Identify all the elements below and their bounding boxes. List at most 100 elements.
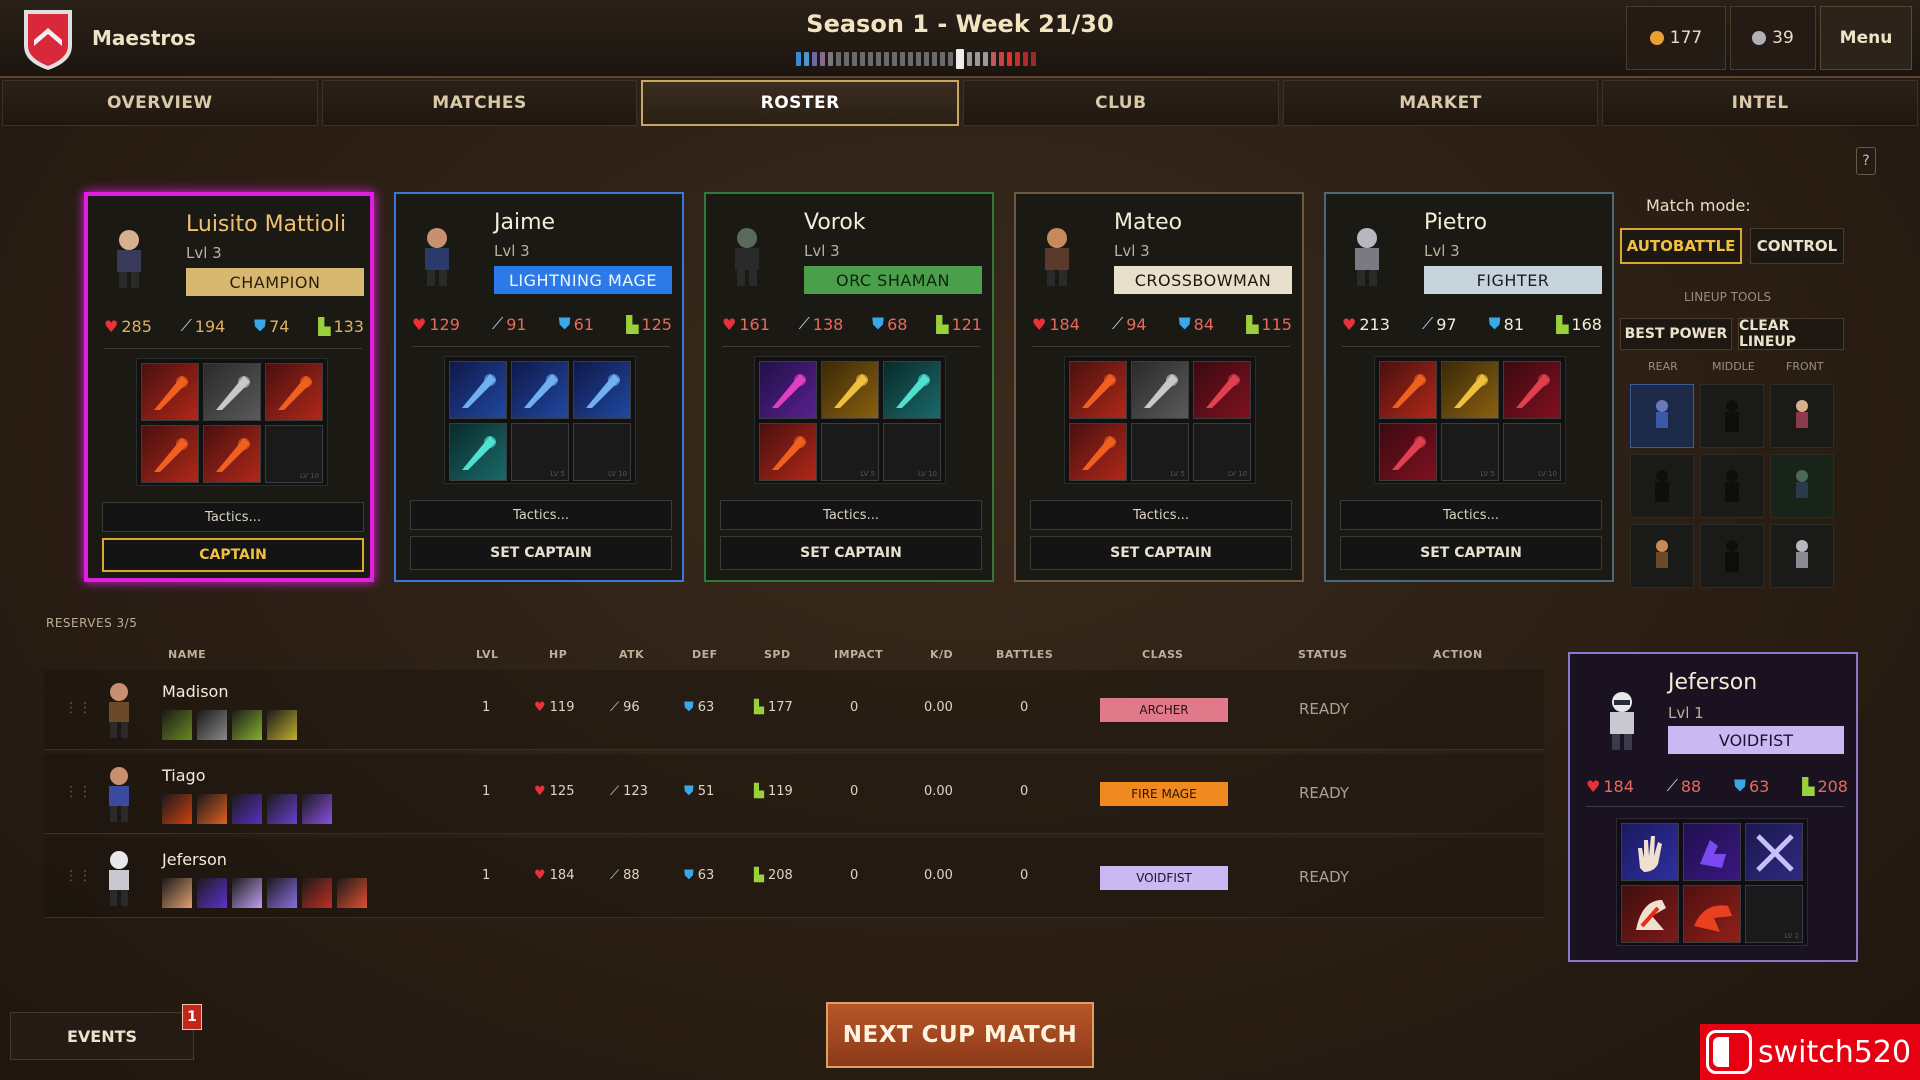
formation-slot[interactable] (1700, 524, 1764, 588)
lineup-card[interactable]: Vorok Lvl 3 ORC SHAMAN ♥ 161 ⟋ 138 ⛊ 68 ▙ 121 LV 5L… (704, 192, 994, 582)
col-action: ACTION (1433, 648, 1483, 661)
ability-slot-empty[interactable]: LV 5 (1441, 423, 1499, 481)
shield-icon: ⛊ (1733, 776, 1746, 795)
best-power-button[interactable]: BEST POWER (1620, 318, 1732, 350)
tab-overview[interactable]: OVERVIEW (2, 80, 318, 126)
spd-value: 168 (1571, 314, 1602, 334)
lineup-card[interactable]: Pietro Lvl 3 FIGHTER ♥ 213 ⟋ 97 ⛊ 81 ▙ 168 LV 5 LV 1… (1324, 192, 1614, 582)
events-button[interactable]: EVENTS (10, 1012, 194, 1060)
empty-silhouette-icon (1725, 470, 1739, 502)
ability-slot[interactable] (821, 361, 879, 419)
lineup-card[interactable]: Mateo Lvl 3 CROSSBOWMAN ♥ 184 ⟋ 94 ⛊ 84 ▙ 115 LV 5L… (1014, 192, 1304, 582)
atk-value: 194 (194, 316, 226, 336)
drag-handle-icon[interactable]: ⋮⋮ (64, 868, 92, 884)
ability-slot-empty[interactable]: LV 5 (821, 423, 879, 481)
atk-value: 88 (1680, 776, 1702, 796)
set-captain-button[interactable]: SET CAPTAIN (1340, 536, 1602, 570)
col-class: CLASS (1142, 648, 1184, 661)
tab-matches[interactable]: MATCHES (321, 80, 638, 126)
atk-value: 97 (1436, 314, 1457, 334)
tactics-button[interactable]: Tactics... (720, 500, 982, 530)
ability-slot[interactable] (1131, 361, 1189, 419)
tab-roster[interactable]: ROSTER (641, 80, 960, 126)
spd-value: 115 (1261, 314, 1292, 334)
ability-slot[interactable] (1193, 361, 1251, 419)
gold-ability-icon (1454, 374, 1488, 408)
ability-slot[interactable] (141, 425, 199, 483)
drag-handle-icon[interactable]: ⋮⋮ (64, 700, 92, 716)
ability-slot-empty[interactable]: LV 2 (1745, 885, 1803, 943)
ability-slot[interactable] (1069, 361, 1127, 419)
lineup-card[interactable]: Luisito Mattioli Lvl 3 CHAMPION ♥ 285 ⟋ 194 ⛊ 74… (84, 192, 374, 582)
week-tick (924, 52, 929, 66)
ability-slot-empty[interactable]: LV 5 (511, 423, 569, 481)
formation-slot[interactable] (1770, 524, 1834, 588)
ability-slot[interactable] (759, 423, 817, 481)
formation-slot[interactable] (1630, 454, 1694, 518)
dragon-punch-icon (1694, 905, 1732, 932)
ability-slot-empty[interactable]: LV 5 (1131, 423, 1189, 481)
ability-slot[interactable] (1441, 361, 1499, 419)
week-tick (967, 52, 972, 66)
heart-icon: ♥ (1342, 314, 1357, 334)
ability-slot-empty[interactable]: LV 10 (573, 423, 631, 481)
ability-slot[interactable] (449, 361, 507, 419)
ability-slot[interactable] (511, 361, 569, 419)
formation-slot[interactable] (1770, 384, 1834, 448)
formation-slot[interactable] (1630, 384, 1694, 448)
ability-slot[interactable] (203, 425, 261, 483)
set-captain-button[interactable]: SET CAPTAIN (410, 536, 672, 570)
player-level: Lvl 3 (1114, 242, 1150, 260)
player-portrait-icon (1045, 228, 1069, 286)
ability-slot[interactable] (265, 363, 323, 421)
lineup-card[interactable]: Jaime Lvl 3 LIGHTNING MAGE ♥ 129 ⟋ 91 ⛊ 61 ▙ 125 LV… (394, 192, 684, 582)
ability-slot-empty[interactable]: LV 10 (1503, 423, 1561, 481)
ability-slot[interactable] (1379, 423, 1437, 481)
ability-slot[interactable] (1683, 885, 1741, 943)
player-level: Lvl 3 (494, 242, 530, 260)
set-captain-button[interactable]: SET CAPTAIN (1030, 536, 1292, 570)
ability-slot[interactable] (1745, 823, 1803, 881)
clear-lineup-button[interactable]: CLEAR LINEUP (1738, 318, 1844, 350)
ability-slot[interactable] (883, 361, 941, 419)
tab-market[interactable]: MARKET (1282, 80, 1599, 126)
ability-slot[interactable] (1069, 423, 1127, 481)
tab-intel[interactable]: INTEL (1602, 80, 1919, 126)
control-button[interactable]: CONTROL (1750, 228, 1844, 264)
tactics-button[interactable]: Tactics... (1340, 500, 1602, 530)
slot-lock-label: LV 5 (1480, 470, 1495, 478)
menu-button[interactable]: Menu (1820, 6, 1912, 70)
ability-slot[interactable] (1621, 885, 1679, 943)
reserve-row[interactable]: ⋮⋮ Tiago 1 ♥ 125 ⟋ 123 ⛊ 51 ▙ 119 0 0.00 0 FIRE MAGE RE… (44, 754, 1544, 834)
ability-slot[interactable] (449, 423, 507, 481)
ability-slot[interactable] (1379, 361, 1437, 419)
ability-slot-empty[interactable]: LV 10 (883, 423, 941, 481)
tactics-button[interactable]: Tactics... (102, 502, 364, 532)
autobattle-button[interactable]: AUTOBATTLE (1620, 228, 1742, 264)
set-captain-button[interactable]: SET CAPTAIN (720, 536, 982, 570)
ability-slot[interactable] (573, 361, 631, 419)
formation-slot[interactable] (1630, 524, 1694, 588)
formation-slot[interactable] (1700, 454, 1764, 518)
formation-slot[interactable] (1770, 454, 1834, 518)
ability-slot[interactable] (203, 363, 261, 421)
formation-slot[interactable] (1700, 384, 1764, 448)
drag-handle-icon[interactable]: ⋮⋮ (64, 784, 92, 800)
tab-club[interactable]: CLUB (963, 80, 1279, 126)
ability-slot[interactable] (141, 363, 199, 421)
battles-value: 0 (1020, 700, 1029, 715)
ability-slot-empty[interactable]: LV 10 (1193, 423, 1251, 481)
ability-slot[interactable] (1683, 823, 1741, 881)
captain-button[interactable]: CAPTAIN (102, 538, 364, 572)
tactics-button[interactable]: Tactics... (410, 500, 672, 530)
ability-slot[interactable] (759, 361, 817, 419)
ability-slot-empty[interactable]: LV 10 (265, 425, 323, 483)
reserve-row[interactable]: ⋮⋮ Jeferson 1 ♥ 184 ⟋ 88 ⛊ 63 ▙ 208 0 0.00 0 VOIDFIST R… (44, 838, 1544, 918)
help-button[interactable]: ? (1856, 147, 1876, 175)
ability-slot[interactable] (1503, 361, 1561, 419)
tactics-button[interactable]: Tactics... (1030, 500, 1292, 530)
next-cup-match-button[interactable]: NEXT CUP MATCH (826, 1002, 1094, 1068)
impact-value: 0 (850, 700, 859, 715)
reserve-row[interactable]: ⋮⋮ Madison 1 ♥ 119 ⟋ 96 ⛊ 63 ▙ 177 0 0.00 0 ARCHER READ… (44, 670, 1544, 750)
ability-slot[interactable] (1621, 823, 1679, 881)
